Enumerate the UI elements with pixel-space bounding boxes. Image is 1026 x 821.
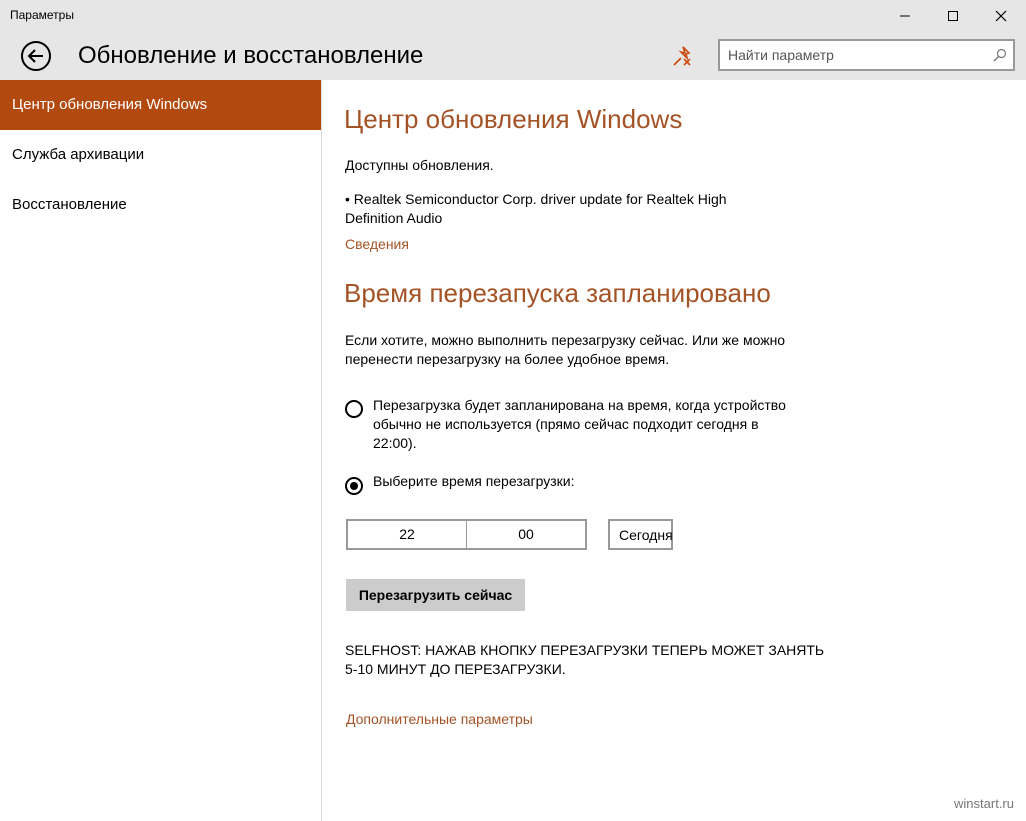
header-bar: Обновление и восстановление	[0, 32, 1026, 80]
time-minute[interactable]: 00	[467, 521, 585, 548]
time-hour[interactable]: 22	[348, 521, 467, 548]
minimize-button[interactable]	[882, 0, 928, 32]
restart-desc-line1: Если хотите, можно выполнить перезагрузк…	[345, 332, 786, 348]
update-item-line2: Definition Audio	[345, 210, 443, 226]
radio-selected-dot	[350, 482, 358, 490]
option-auto-line1: Перезагрузка будет запланирована на врем…	[373, 397, 786, 413]
details-link[interactable]: Сведения	[345, 236, 409, 252]
close-icon	[995, 10, 1007, 22]
day-picker[interactable]: Сегодня	[608, 519, 673, 550]
watermark: winstart.ru	[954, 796, 1014, 811]
maximize-button[interactable]	[930, 0, 976, 32]
option-auto-line2: обычно не используется (прямо сейчас под…	[373, 416, 759, 432]
updates-available-text: Доступны обновления.	[345, 157, 494, 173]
minimize-icon	[900, 15, 910, 17]
restart-desc-line2: перенести перезагрузку на более удобное …	[345, 351, 670, 367]
section-title-restart: Время перезапуска запланировано	[344, 278, 771, 308]
sidebar-item-backup[interactable]: Служба архивации	[0, 130, 321, 180]
radio-choose-time[interactable]	[345, 477, 363, 495]
search-box[interactable]	[718, 39, 1015, 71]
title-bar: Параметры	[0, 0, 1026, 32]
search-icon[interactable]	[993, 48, 1007, 67]
option-manual-label: Выберите время перезагрузки:	[373, 473, 575, 489]
close-button[interactable]	[978, 0, 1024, 32]
page-title: Обновление и восстановление	[78, 42, 424, 69]
section-title-windows-update: Центр обновления Windows	[344, 104, 683, 134]
update-item-line1: • Realtek Semiconductor Corp. driver upd…	[345, 191, 727, 207]
sidebar: Центр обновления Windows Служба архиваци…	[0, 80, 322, 821]
advanced-options-link[interactable]: Дополнительные параметры	[346, 711, 533, 727]
selfhost-note-line1: SELFHOST: НАЖАВ КНОПКУ ПЕРЕЗАГРУЗКИ ТЕПЕ…	[345, 642, 825, 658]
main-content: Центр обновления Windows Доступны обновл…	[322, 80, 1026, 821]
pin-icon	[673, 46, 691, 66]
search-input[interactable]	[720, 41, 988, 69]
maximize-icon	[948, 11, 958, 21]
pin-button[interactable]	[670, 43, 696, 69]
radio-auto-restart[interactable]	[345, 400, 363, 418]
selfhost-note-line2: 5-10 МИНУТ ДО ПЕРЕЗАГРУЗКИ.	[345, 661, 566, 677]
restart-now-button[interactable]: Перезагрузить сейчас	[346, 579, 525, 611]
sidebar-item-recovery[interactable]: Восстановление	[0, 180, 321, 230]
time-picker[interactable]: 22 00	[346, 519, 587, 550]
option-auto-line3: 22:00).	[373, 435, 417, 451]
sidebar-item-windows-update[interactable]: Центр обновления Windows	[0, 80, 321, 130]
window-title: Параметры	[10, 8, 74, 22]
back-arrow-icon	[21, 41, 51, 71]
back-button[interactable]	[20, 40, 52, 72]
